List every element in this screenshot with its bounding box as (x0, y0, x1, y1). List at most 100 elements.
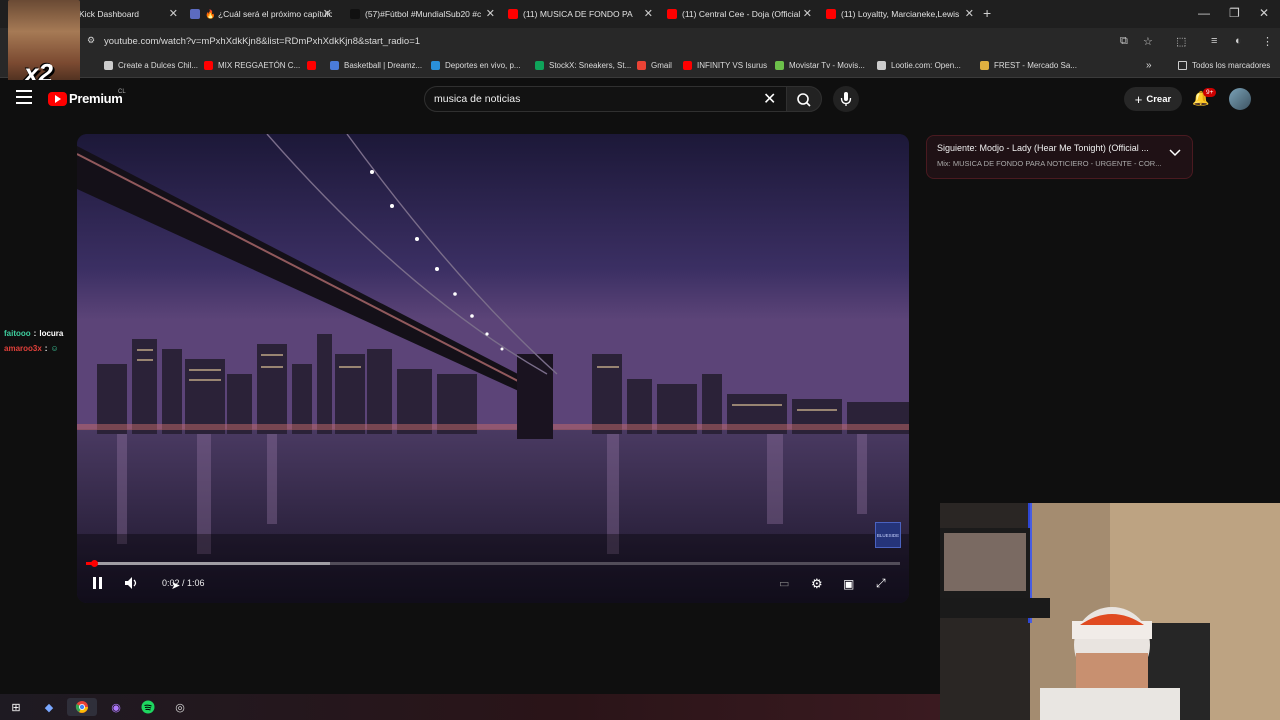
close-tab-icon[interactable]: ✕ (803, 7, 812, 20)
clear-search-icon[interactable]: ✕ (763, 89, 776, 109)
account-avatar[interactable] (1229, 88, 1251, 110)
bookmark-label: StockX: Sneakers, St... (549, 61, 632, 70)
tab-favicon-icon (350, 9, 360, 19)
channel-watermark[interactable]: BLUESIDE (875, 522, 901, 548)
browser-tab[interactable]: Kick Dashboard ✕ (64, 4, 178, 24)
restore-icon[interactable]: ❐ (1229, 6, 1240, 20)
bookmark-item[interactable] (307, 61, 321, 70)
tab-favicon-icon (667, 9, 677, 19)
bookmark-favicon-icon (330, 61, 339, 70)
app-icon-obs[interactable]: ◎ (171, 698, 189, 716)
chrome-taskbar-icon[interactable] (67, 698, 97, 716)
close-tab-icon[interactable]: ✕ (169, 7, 178, 20)
bookmark-item[interactable]: Gmail (637, 61, 672, 70)
url-field[interactable]: youtube.com/watch?v=mPxhXdkKjn8&list=RDm… (104, 36, 420, 47)
bookmark-favicon-icon (637, 61, 646, 70)
bookmark-item[interactable]: MIX REGGAETÓN C... (204, 61, 300, 70)
bookmark-item[interactable]: Create a Dulces Chil... (104, 61, 198, 70)
bookmark-item[interactable]: Basketball | Dreamz... (330, 61, 422, 70)
all-bookmarks[interactable]: Todos los marcadores (1178, 61, 1270, 70)
close-tab-icon[interactable]: ✕ (323, 7, 332, 20)
search-button[interactable] (786, 86, 822, 112)
country-code: CL (118, 89, 126, 95)
tab-title: (11) Central Cee - Doja (Official (682, 9, 801, 19)
bookmark-label: Create a Dulces Chil... (118, 61, 199, 70)
chat-message: amaroo3x: ☺ (4, 344, 59, 353)
windows-start-icon[interactable]: ⊞ (7, 698, 25, 716)
browser-tab[interactable]: (11) MUSICA DE FONDO PA ✕ (508, 4, 653, 24)
video-player[interactable] (77, 134, 909, 603)
browser-tab[interactable]: (11) Loyaltty, Marcianeke,Lewis ✕ (826, 4, 974, 24)
notification-badge: 9+ (1203, 88, 1217, 97)
app-icon-purple[interactable]: ◉ (107, 698, 125, 716)
media-control-icon[interactable]: ≡ (1211, 35, 1217, 47)
settings-gear-icon[interactable]: ⚙ (811, 576, 823, 592)
address-bar: ⚙ youtube.com/watch?v=mPxhXdkKjn8&list=R… (0, 28, 1280, 56)
spotify-icon[interactable] (139, 698, 157, 716)
bookmark-label: Gmail (651, 61, 672, 70)
hamburger-menu-icon[interactable] (16, 90, 32, 104)
minimize-icon[interactable]: — (1198, 6, 1210, 20)
bookmark-item[interactable]: Movistar Tv - Movis... (775, 61, 865, 70)
theater-mode-icon[interactable]: ▣ (843, 577, 854, 591)
tab-title: Kick Dashboard (79, 9, 140, 19)
bookmark-label: Deportes en vivo, p... (445, 61, 521, 70)
close-tab-icon[interactable]: ✕ (486, 7, 495, 20)
chat-emote-icon: ☺ (50, 344, 59, 353)
tab-title: (11) MUSICA DE FONDO PA (523, 9, 633, 19)
close-tab-icon[interactable]: ✕ (644, 7, 653, 20)
app-icon-copilot[interactable]: ◆ (40, 698, 58, 716)
chat-username: amaroo3x (4, 344, 42, 353)
chevron-down-icon[interactable] (1169, 148, 1181, 160)
bookmark-label: Lootie.com: Open... (891, 61, 961, 70)
folder-icon (1178, 61, 1187, 70)
bookmark-label: Basketball | Dreamz... (344, 61, 423, 70)
progress-scrubber-handle[interactable] (91, 560, 98, 567)
up-next-title[interactable]: Siguiente: Modjo - Lady (Hear Me Tonight… (937, 143, 1162, 153)
search-input[interactable]: musica de noticias (434, 93, 520, 105)
bookmark-favicon-icon (204, 61, 213, 70)
browser-tab[interactable]: (11) Central Cee - Doja (Official ✕ (667, 4, 812, 24)
up-next-panel[interactable] (926, 135, 1193, 179)
tab-title: 🔥 ¿Cuál será el próximo capítulo (205, 8, 332, 19)
browser-tab[interactable]: 🔥 ¿Cuál será el próximo capítulo ✕ (190, 4, 332, 24)
volume-icon[interactable] (124, 576, 140, 593)
bookmark-item[interactable]: Deportes en vivo, p... (431, 61, 521, 70)
voice-search-button[interactable] (833, 86, 859, 112)
youtube-logo-text[interactable]: Premium (69, 91, 123, 106)
bookmark-label: MIX REGGAETÓN C... (218, 61, 301, 70)
bookmark-item[interactable]: FREST - Mercado Sa... (980, 61, 1077, 70)
fullscreen-icon[interactable]: ⤢ (876, 576, 886, 591)
profile-icon[interactable]: ◐ (1235, 35, 1242, 47)
browser-tab[interactable]: (57)#Fútbol #MundialSub20 #c ✕ (350, 4, 495, 24)
subtitles-icon[interactable]: ▭ (779, 577, 789, 590)
bookmark-item[interactable]: StockX: Sneakers, St... (535, 61, 631, 70)
chat-separator: : (44, 344, 48, 353)
bookmark-star-icon[interactable]: ☆ (1143, 35, 1153, 48)
extensions-icon[interactable]: ⬚ (1176, 35, 1186, 48)
bookmark-item[interactable]: INFINITY VS Isurus (683, 61, 767, 70)
bookmark-favicon-icon (775, 61, 784, 70)
create-label: Crear (1146, 93, 1172, 105)
video-frame-city-bridge (77, 134, 909, 603)
bookmark-favicon-icon (683, 61, 692, 70)
more-bookmarks-icon[interactable]: » (1146, 60, 1152, 71)
install-app-icon[interactable]: ⧉ (1120, 35, 1128, 48)
chat-separator: : (33, 329, 37, 338)
site-info-icon[interactable]: ⚙ (87, 35, 95, 46)
close-window-icon[interactable]: ✕ (1259, 6, 1269, 20)
chat-text: locura (39, 329, 64, 338)
plus-icon: + (1134, 91, 1143, 107)
bookmark-label: INFINITY VS Isurus (697, 61, 768, 70)
new-tab-icon[interactable]: + (983, 5, 991, 21)
time-display: 0:02 / 1:06 (162, 578, 205, 588)
youtube-logo-icon[interactable] (48, 92, 67, 106)
chat-username: faitooo (4, 329, 31, 338)
bookmark-item[interactable]: Lootie.com: Open... (877, 61, 961, 70)
bookmark-favicon-icon (307, 61, 316, 70)
tab-title: (57)#Fútbol #MundialSub20 #c (365, 9, 482, 19)
close-tab-icon[interactable]: ✕ (965, 7, 974, 20)
browser-menu-icon[interactable]: ⋮ (1262, 35, 1273, 48)
create-button[interactable]: + Crear (1124, 87, 1182, 111)
pause-icon[interactable] (92, 576, 104, 593)
